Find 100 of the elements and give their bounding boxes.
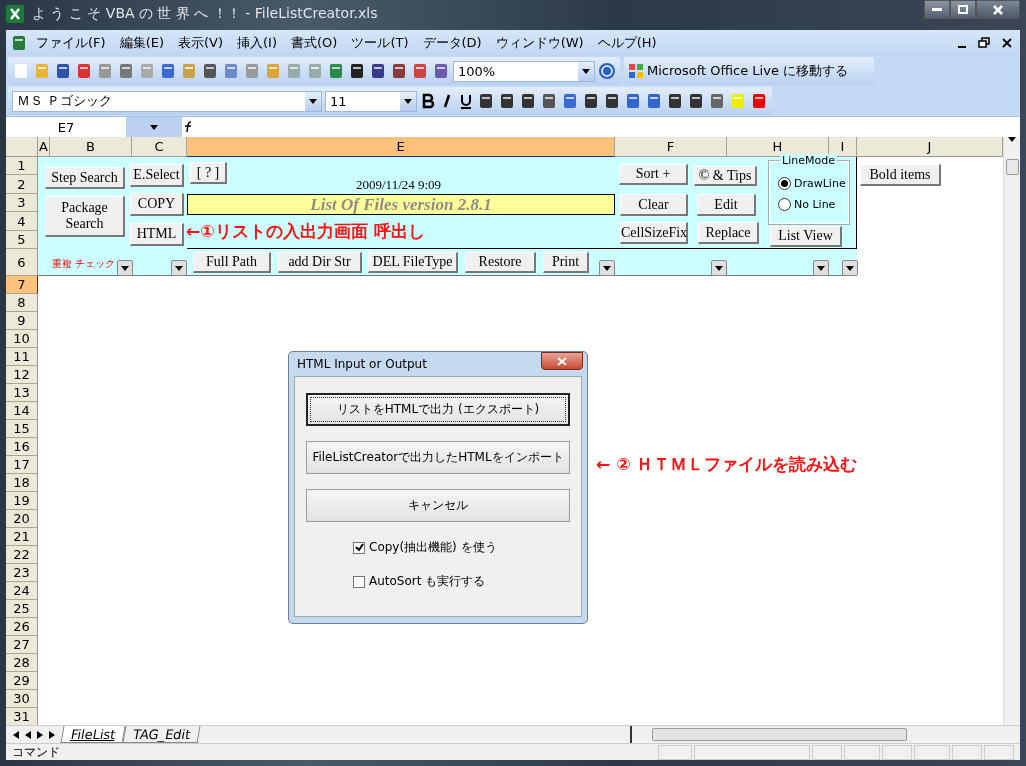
filter-button[interactable] bbox=[171, 260, 187, 276]
row-header[interactable]: 24 bbox=[6, 582, 38, 600]
sheet-tab[interactable]: TAG_Edit bbox=[123, 726, 202, 743]
sheet-button[interactable]: Replace bbox=[698, 222, 759, 244]
bold-icon[interactable] bbox=[420, 93, 436, 109]
sheet-button[interactable]: Print bbox=[543, 252, 589, 273]
checkbox[interactable] bbox=[353, 575, 365, 588]
row-header[interactable]: 19 bbox=[6, 492, 38, 510]
menu-item[interactable]: 表示(V) bbox=[172, 32, 230, 54]
sheet-button[interactable]: E.Select bbox=[130, 164, 184, 187]
dropdown-arrow-icon[interactable] bbox=[582, 68, 590, 74]
sheet-tab[interactable]: FileList bbox=[60, 726, 126, 743]
dialog-button[interactable]: キャンセル bbox=[306, 489, 570, 522]
dialog-button[interactable]: FileListCreatorで出力したHTMLをインポート bbox=[306, 441, 570, 474]
row-header[interactable]: 5 bbox=[6, 231, 38, 249]
row-header[interactable]: 12 bbox=[6, 366, 38, 384]
sheet-button[interactable]: © & Tips bbox=[694, 166, 757, 186]
column-header[interactable]: F bbox=[615, 137, 727, 157]
font-size-field[interactable]: 11 bbox=[325, 90, 417, 112]
filter-button[interactable] bbox=[842, 260, 858, 276]
column-header[interactable]: B bbox=[50, 137, 132, 157]
row-header[interactable]: 9 bbox=[6, 312, 38, 330]
row-header[interactable]: 11 bbox=[6, 348, 38, 366]
sheet-button[interactable]: HTML bbox=[130, 223, 184, 246]
menu-item[interactable]: ヘルプ(H) bbox=[591, 32, 663, 54]
close-icon[interactable] bbox=[1002, 38, 1012, 48]
row-header[interactable]: 6 bbox=[6, 249, 38, 276]
row-header[interactable]: 2 bbox=[6, 175, 38, 194]
row-header[interactable]: 17 bbox=[6, 456, 38, 474]
menu-item[interactable]: ツール(T) bbox=[345, 32, 415, 54]
row-header[interactable]: 18 bbox=[6, 474, 38, 492]
row-header[interactable]: 21 bbox=[6, 528, 38, 546]
close-button[interactable] bbox=[541, 352, 583, 370]
row-header[interactable]: 14 bbox=[6, 402, 38, 420]
restore-icon[interactable] bbox=[978, 37, 990, 49]
sheet-button[interactable]: Edit bbox=[697, 194, 756, 216]
row-header[interactable]: 31 bbox=[6, 708, 38, 726]
dropdown-arrow-icon[interactable] bbox=[150, 124, 158, 130]
row-header[interactable]: 15 bbox=[6, 420, 38, 438]
menu-item[interactable]: ファイル(F) bbox=[30, 32, 112, 54]
sheet-button[interactable]: add Dir Str bbox=[278, 252, 362, 273]
dropdown-arrow-icon[interactable] bbox=[404, 98, 412, 104]
zoom-field[interactable]: 100% bbox=[453, 60, 595, 82]
row-header[interactable]: 28 bbox=[6, 654, 38, 672]
font-field[interactable]: ＭＳ Ｐゴシック bbox=[12, 90, 322, 112]
sheet-button[interactable]: Clear bbox=[620, 194, 688, 216]
sheet-button[interactable]: Sort + bbox=[619, 164, 688, 185]
sheet-button[interactable]: Restore bbox=[465, 252, 536, 273]
row-header[interactable]: 4 bbox=[6, 212, 38, 231]
menu-item[interactable]: データ(D) bbox=[416, 32, 488, 54]
sheet-button[interactable]: Step Search bbox=[45, 167, 125, 189]
row-header[interactable]: 23 bbox=[6, 564, 38, 582]
underline-icon[interactable] bbox=[458, 93, 474, 109]
row-header[interactable]: 25 bbox=[6, 600, 38, 618]
row-header[interactable]: 16 bbox=[6, 438, 38, 456]
sheet-button[interactable]: Full Path bbox=[193, 252, 271, 273]
checkbox-label[interactable]: Copy(抽出機能) を使う bbox=[369, 539, 497, 556]
sheet-button[interactable]: [ ? ] bbox=[190, 162, 227, 184]
sheet-button[interactable]: List View bbox=[770, 226, 842, 247]
name-box[interactable]: E7 bbox=[6, 117, 126, 137]
row-header[interactable]: 22 bbox=[6, 546, 38, 564]
minimize-button[interactable] bbox=[924, 0, 950, 19]
row-header[interactable]: 20 bbox=[6, 510, 38, 528]
office-live-icon[interactable] bbox=[628, 63, 644, 79]
close-button[interactable] bbox=[976, 0, 1020, 19]
row-header[interactable]: 1 bbox=[6, 157, 38, 175]
column-header[interactable]: H bbox=[727, 137, 829, 157]
row-header[interactable]: 10 bbox=[6, 330, 38, 348]
row-header[interactable]: 26 bbox=[6, 618, 38, 636]
filter-button[interactable] bbox=[813, 260, 829, 276]
row-header[interactable]: 27 bbox=[6, 636, 38, 654]
checkbox[interactable] bbox=[353, 541, 365, 554]
help-icon[interactable] bbox=[598, 62, 616, 80]
filter-button[interactable] bbox=[711, 260, 727, 276]
menu-item[interactable]: 編集(E) bbox=[113, 32, 170, 54]
row-header[interactable]: 13 bbox=[6, 384, 38, 402]
scrollbar-thumb[interactable] bbox=[1005, 159, 1019, 175]
scrollbar-thumb[interactable] bbox=[652, 728, 907, 741]
menu-item[interactable]: ウィンドウ(W) bbox=[489, 32, 590, 54]
row-header[interactable]: 3 bbox=[6, 194, 38, 212]
filter-button[interactable] bbox=[117, 260, 133, 276]
radio-option[interactable]: DrawLine bbox=[778, 177, 846, 190]
sheet-button[interactable]: CellSizeFix bbox=[620, 222, 688, 244]
sheet-button[interactable]: DEL FileType bbox=[368, 252, 458, 273]
row-header[interactable]: 8 bbox=[6, 294, 38, 312]
menu-item[interactable]: 挿入(I) bbox=[231, 32, 283, 54]
column-header[interactable]: A bbox=[38, 137, 50, 157]
dialog-button[interactable]: リストをHTMLで出力 (エクスポート) bbox=[306, 393, 570, 426]
filter-button[interactable] bbox=[599, 260, 615, 276]
dropdown-arrow-icon[interactable] bbox=[309, 98, 317, 104]
row-header[interactable]: 30 bbox=[6, 690, 38, 708]
menu-item[interactable]: 書式(O) bbox=[285, 32, 344, 54]
sheet-button[interactable]: COPY bbox=[130, 193, 184, 216]
column-header[interactable]: I bbox=[829, 137, 857, 157]
maximize-button[interactable] bbox=[950, 0, 976, 19]
column-header[interactable]: J bbox=[857, 137, 1003, 157]
column-header[interactable]: C bbox=[132, 137, 187, 157]
radio-option[interactable]: No Line bbox=[778, 198, 836, 211]
column-header[interactable]: E bbox=[187, 137, 615, 157]
sheet-button[interactable]: Package Search bbox=[45, 196, 125, 237]
